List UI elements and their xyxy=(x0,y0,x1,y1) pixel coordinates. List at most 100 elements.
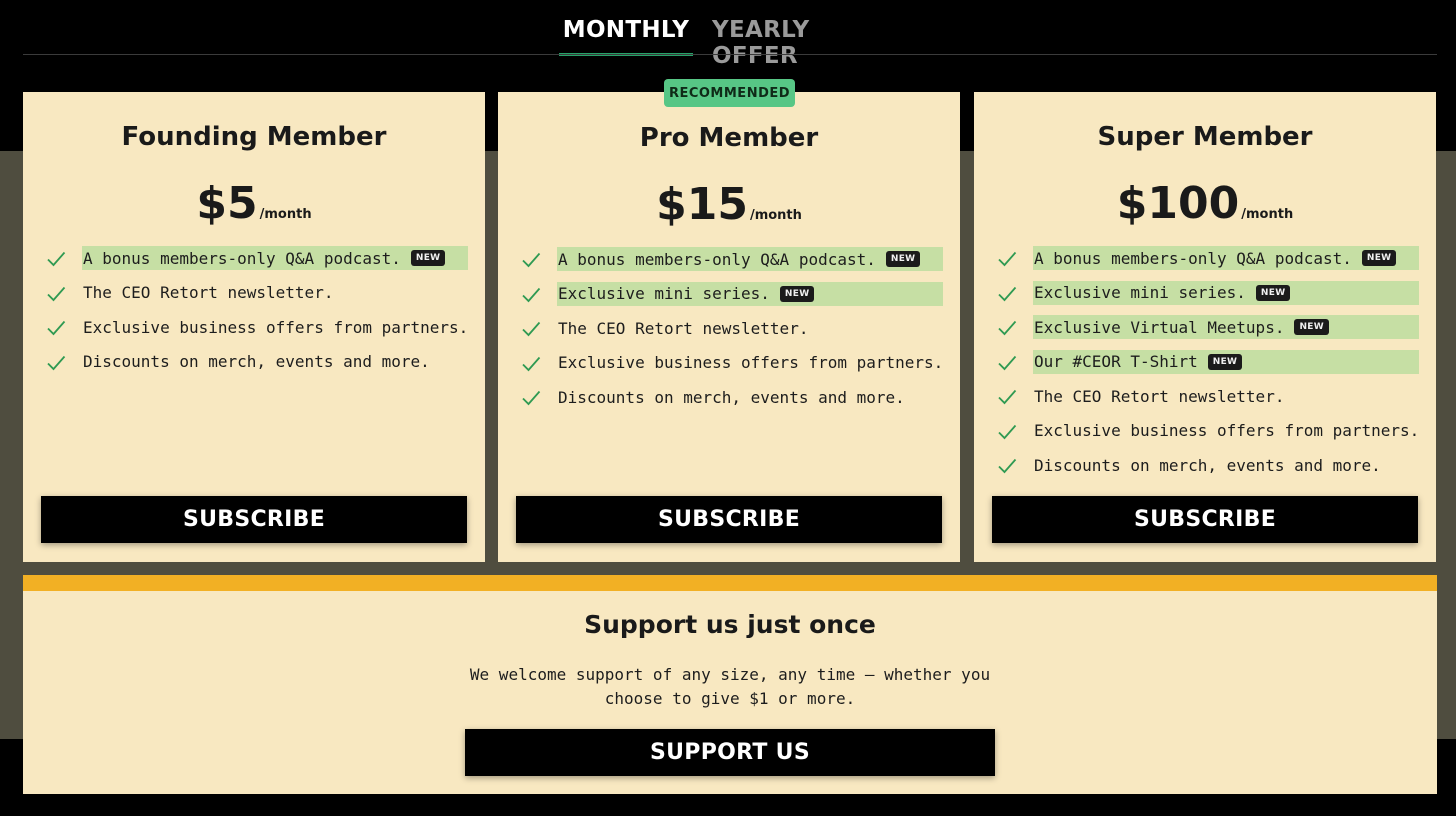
checkmark-icon xyxy=(522,252,541,268)
feature-highlight: Exclusive mini series. NEW xyxy=(557,281,943,306)
plan-card-pro: Pro Member $15 /month A bonus members-on… xyxy=(498,92,960,562)
new-badge: NEW xyxy=(1255,284,1291,301)
price-row: $100 /month xyxy=(974,178,1436,229)
feature-text: A bonus members-only Q&A podcast. xyxy=(1034,248,1352,268)
subscribe-button[interactable]: SUBSCRIBE xyxy=(516,496,942,543)
checkmark-icon xyxy=(47,251,66,267)
feature-highlight: Our #CEOR T-Shirt NEW xyxy=(1033,349,1419,374)
price-row: $15 /month xyxy=(498,179,960,230)
new-badge: NEW xyxy=(779,285,815,302)
billing-tabs: MONTHLY YEARLY OFFER xyxy=(0,0,1456,69)
checkmark-icon xyxy=(998,424,1017,439)
feature-text: A bonus members-only Q&A podcast. xyxy=(558,249,876,269)
feature-text: Exclusive business offers from partners. xyxy=(83,317,469,337)
feature-highlight: Exclusive Virtual Meetups. NEW xyxy=(1033,315,1419,339)
support-us-button[interactable]: SUPPORT US xyxy=(465,729,995,776)
new-badge: NEW xyxy=(1207,353,1243,370)
feature-text-wrap: Discounts on merch, events and more. xyxy=(1033,453,1419,477)
feature-list: A bonus members-only Q&A podcast. NEW The … xyxy=(46,246,468,384)
tab-monthly[interactable]: MONTHLY xyxy=(559,14,693,56)
new-badge: NEW xyxy=(1294,319,1329,335)
feature-item: Exclusive business offers from partners. xyxy=(521,351,943,375)
plan-title: Super Member xyxy=(1097,122,1313,152)
plan-title: Founding Member xyxy=(121,122,387,152)
feature-text: A bonus members-only Q&A podcast. xyxy=(83,248,401,268)
feature-text: The CEO Retort newsletter. xyxy=(83,283,334,302)
feature-text-wrap: The CEO Retort newsletter. xyxy=(1033,384,1419,408)
feature-text: Discounts on merch, events and more. xyxy=(83,352,430,371)
tab-yearly-offer[interactable]: YEARLY OFFER xyxy=(712,14,898,69)
new-badge: NEW xyxy=(1361,250,1397,266)
plan-price: $100 xyxy=(1116,178,1240,229)
feature-text: Our #CEOR T-Shirt xyxy=(1034,352,1198,371)
feature-text-wrap: The CEO Retort newsletter. xyxy=(557,316,943,340)
feature-text: Exclusive Virtual Meetups. xyxy=(1034,317,1285,337)
plan-period: /month xyxy=(1241,207,1294,222)
checkmark-icon xyxy=(522,287,541,302)
feature-item: Our #CEOR T-Shirt NEW xyxy=(997,349,1419,374)
new-badge: NEW xyxy=(410,250,446,266)
plan-card-founding: Founding Member $5 /month A bonus member… xyxy=(23,92,485,562)
feature-text: Exclusive mini series. xyxy=(558,284,770,303)
support-description: We welcome support of any size, any time… xyxy=(469,665,991,708)
feature-text: Discounts on merch, events and more. xyxy=(1034,455,1381,475)
support-title: Support us just once xyxy=(584,610,876,639)
price-row: $5 /month xyxy=(23,178,485,229)
feature-list: A bonus members-only Q&A podcast. NEW Excl… xyxy=(997,246,1419,488)
checkmark-icon xyxy=(47,286,66,301)
feature-item: A bonus members-only Q&A podcast. NEW xyxy=(46,246,468,270)
feature-item: A bonus members-only Q&A podcast. NEW xyxy=(521,247,943,271)
feature-list: A bonus members-only Q&A podcast. NEW Excl… xyxy=(521,247,943,420)
checkmark-icon xyxy=(998,286,1017,301)
feature-item: Exclusive business offers from partners. xyxy=(997,419,1419,443)
checkmark-icon xyxy=(998,251,1017,267)
checkmark-icon xyxy=(998,458,1017,474)
checkmark-icon xyxy=(522,356,541,371)
feature-item: The CEO Retort newsletter. xyxy=(997,384,1415,408)
feature-item: Exclusive Virtual Meetups. NEW xyxy=(997,315,1419,339)
feature-item: A bonus members-only Q&A podcast. NEW xyxy=(997,246,1419,270)
feature-highlight: A bonus members-only Q&A podcast. NEW xyxy=(1033,246,1419,270)
feature-text-wrap: Discounts on merch, events and more. xyxy=(557,385,943,409)
feature-highlight: A bonus members-only Q&A podcast. NEW xyxy=(82,246,468,270)
subscribe-button[interactable]: SUBSCRIBE xyxy=(992,496,1418,543)
feature-text-wrap: The CEO Retort newsletter. xyxy=(82,281,468,305)
support-once-section: Support us just once We welcome support … xyxy=(23,575,1437,794)
feature-highlight: Exclusive mini series. NEW xyxy=(1033,280,1419,305)
subscribe-button[interactable]: SUBSCRIBE xyxy=(41,496,467,543)
feature-text-wrap: Exclusive business offers from partners. xyxy=(557,351,943,375)
recommended-badge: RECOMMENDED xyxy=(664,79,795,107)
feature-item: Discounts on merch, events and more. xyxy=(46,350,464,374)
plan-card-super: Super Member $100 /month A bonus members… xyxy=(974,92,1436,562)
feature-text: Exclusive business offers from partners. xyxy=(1034,421,1420,440)
checkmark-icon xyxy=(998,355,1017,370)
feature-text-wrap: Exclusive business offers from partners. xyxy=(82,315,468,339)
checkmark-icon xyxy=(522,390,541,406)
feature-item: Exclusive mini series. NEW xyxy=(521,281,943,306)
plan-price: $5 xyxy=(196,178,258,229)
feature-highlight: A bonus members-only Q&A podcast. NEW xyxy=(557,247,943,271)
feature-text-wrap: Exclusive business offers from partners. xyxy=(1033,419,1419,443)
feature-text: Discounts on merch, events and more. xyxy=(558,387,905,407)
checkmark-icon xyxy=(522,321,541,337)
feature-text: Exclusive business offers from partners. xyxy=(558,353,944,372)
feature-item: The CEO Retort newsletter. xyxy=(521,316,939,340)
feature-item: Exclusive business offers from partners. xyxy=(46,315,468,339)
feature-text-wrap: Discounts on merch, events and more. xyxy=(82,350,468,374)
plan-period: /month xyxy=(749,208,802,223)
new-badge: NEW xyxy=(885,251,921,267)
checkmark-icon xyxy=(998,320,1017,336)
checkmark-icon xyxy=(998,389,1017,405)
feature-item: The CEO Retort newsletter. xyxy=(46,281,464,305)
feature-text: The CEO Retort newsletter. xyxy=(1034,386,1285,406)
checkmark-icon xyxy=(47,355,66,370)
feature-text: The CEO Retort newsletter. xyxy=(558,318,809,338)
feature-item: Discounts on merch, events and more. xyxy=(521,385,939,409)
feature-item: Discounts on merch, events and more. xyxy=(997,453,1415,477)
tabs-divider xyxy=(23,54,1437,55)
feature-text: Exclusive mini series. xyxy=(1034,283,1246,302)
plan-title: Pro Member xyxy=(639,123,819,153)
checkmark-icon xyxy=(47,320,66,336)
feature-item: Exclusive mini series. NEW xyxy=(997,280,1419,305)
plan-price: $15 xyxy=(656,179,748,230)
